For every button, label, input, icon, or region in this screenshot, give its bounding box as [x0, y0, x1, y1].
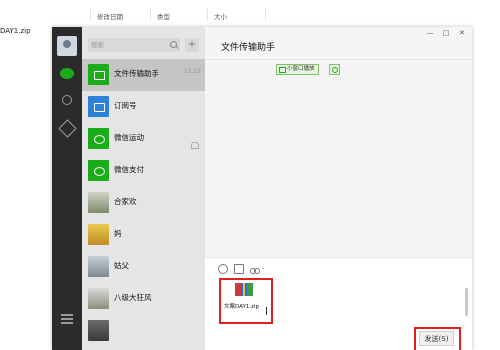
contact-avatar [88, 320, 109, 341]
emoji-icon[interactable] [218, 264, 228, 274]
favorites-icon[interactable] [58, 119, 77, 138]
scissors-icon[interactable] [250, 264, 260, 274]
contacts-icon[interactable] [59, 93, 75, 109]
wechat-pay-icon [88, 160, 109, 181]
maximize-button[interactable]: □ [441, 29, 451, 37]
chat-name: 微信支付 [114, 165, 144, 174]
column-header-modified[interactable]: 修改日期 [97, 11, 123, 21]
send-button-highlight: 发送(S) [414, 327, 461, 350]
column-divider [150, 8, 151, 20]
send-button[interactable]: 发送(S) [419, 331, 454, 346]
avatar[interactable] [57, 36, 77, 56]
wechat-sports-icon [88, 128, 109, 149]
chat-name: 合家欢 [114, 197, 137, 206]
chat-item-file-transfer[interactable]: 文件传输助手 12:23 [82, 59, 205, 91]
close-button[interactable]: ✕ [457, 29, 467, 37]
chat-name: 八级大狂风 [114, 293, 152, 302]
chat-icon[interactable] [59, 66, 75, 82]
wechat-window: + 文件传输助手 12:23 订阅号 微信运动 微信支付 合家欢 妈 [52, 27, 472, 350]
subscription-icon [88, 96, 109, 117]
chevron-down-icon[interactable]: ⌄ [261, 265, 265, 271]
attachment-highlight: 文案DAY1.zip [219, 278, 273, 324]
chat-item-subscriptions[interactable]: 订阅号 [82, 91, 205, 123]
column-divider [90, 8, 91, 20]
minimize-button[interactable]: — [425, 29, 435, 37]
mini-window-button[interactable]: 小窗口播放 [276, 64, 319, 75]
chat-name: 妈 [114, 229, 122, 238]
scrollbar[interactable] [465, 288, 468, 316]
group-avatar [88, 192, 109, 213]
chat-time: 12:23 [183, 68, 201, 75]
file-transfer-icon [88, 64, 109, 85]
contact-avatar [88, 256, 109, 277]
message-input-area[interactable]: ⌄ 文案DAY1.zip 发送(S) [205, 257, 472, 350]
chat-item-wechat-sports[interactable]: 微信运动 [82, 123, 205, 155]
folder-icon[interactable] [234, 264, 244, 274]
column-divider [265, 8, 266, 20]
search-box[interactable] [88, 38, 180, 52]
title-divider [205, 59, 472, 60]
group-avatar [88, 288, 109, 309]
chat-item-wechat-pay[interactable]: 微信支付 [82, 155, 205, 187]
pin-icon[interactable] [329, 64, 340, 75]
contact-avatar [88, 224, 109, 245]
chat-item-mom[interactable]: 妈 [82, 219, 205, 251]
zip-icon[interactable] [235, 283, 253, 296]
chat-item-uncle[interactable]: 姑父 [82, 251, 205, 283]
nav-sidebar [52, 27, 82, 350]
mute-icon [191, 142, 199, 149]
text-cursor [266, 307, 267, 315]
chat-list-pane: + 文件传输助手 12:23 订阅号 微信运动 微信支付 合家欢 妈 [82, 27, 205, 350]
menu-icon[interactable] [59, 311, 75, 327]
chat-name: 微信运动 [114, 133, 144, 142]
column-header-type[interactable]: 类型 [157, 11, 170, 21]
chat-item-partial[interactable] [82, 315, 205, 347]
chat-item-family[interactable]: 合家欢 [82, 187, 205, 219]
column-header-size[interactable]: 大小 [214, 11, 227, 21]
chat-pane: 文件传输助手 — □ ✕ 小窗口播放 ⌄ 文案DAY1.zip 发送(S) [205, 27, 472, 350]
chat-item-gale[interactable]: 八级大狂风 [82, 283, 205, 315]
chat-name: 订阅号 [114, 101, 137, 110]
search-input[interactable] [91, 38, 166, 52]
attachment-name: 文案DAY1.zip [224, 304, 259, 310]
search-icon [170, 41, 177, 48]
chat-name: 文件传输助手 [114, 69, 159, 78]
explorer-file-item[interactable]: DAY1.zip [0, 27, 31, 35]
chat-name: 姑父 [114, 261, 129, 270]
chat-title: 文件传输助手 [221, 43, 276, 53]
column-divider [207, 8, 208, 20]
add-chat-button[interactable]: + [185, 38, 199, 52]
